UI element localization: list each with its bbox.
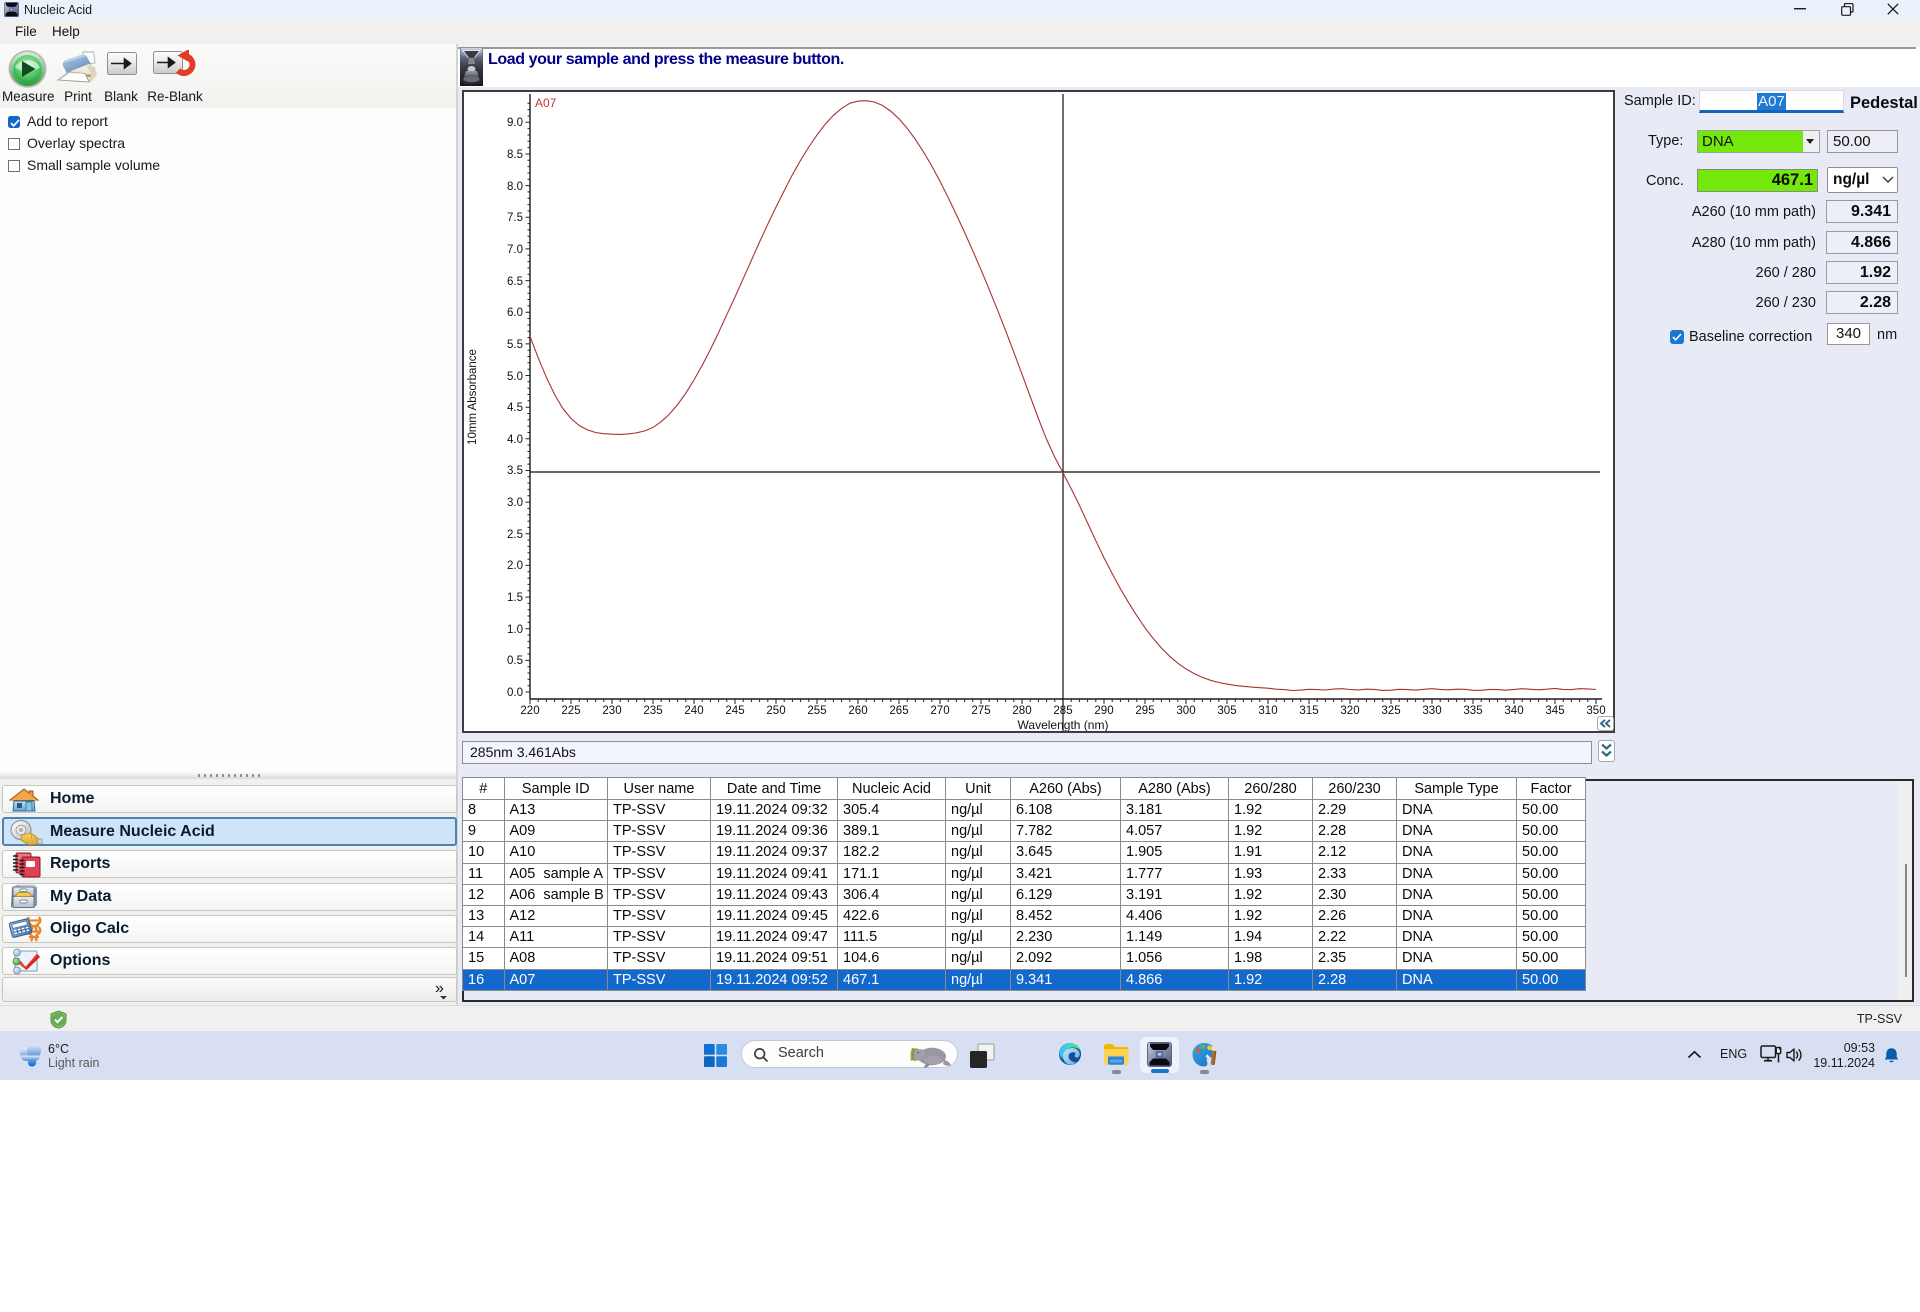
- svg-text:340: 340: [1504, 705, 1523, 717]
- svg-text:235: 235: [643, 705, 662, 717]
- svg-text:275: 275: [971, 705, 990, 717]
- svg-text:5.0: 5.0: [507, 371, 523, 383]
- svg-text:245: 245: [725, 705, 744, 717]
- svg-text:270: 270: [930, 705, 949, 717]
- svg-text:8.0: 8.0: [507, 181, 523, 193]
- svg-text:300: 300: [1176, 705, 1195, 717]
- svg-text:310: 310: [1258, 705, 1277, 717]
- svg-text:3.5: 3.5: [507, 465, 523, 477]
- svg-text:320: 320: [1340, 705, 1359, 717]
- svg-text:220: 220: [520, 705, 539, 717]
- svg-text:4.0: 4.0: [507, 434, 523, 446]
- svg-text:290: 290: [1094, 705, 1113, 717]
- svg-text:345: 345: [1545, 705, 1564, 717]
- svg-text:4.5: 4.5: [507, 402, 523, 414]
- svg-text:1.0: 1.0: [507, 624, 523, 636]
- svg-text:2.5: 2.5: [507, 529, 523, 541]
- svg-text:7.0: 7.0: [507, 244, 523, 256]
- svg-text:260: 260: [848, 705, 867, 717]
- svg-text:1.5: 1.5: [507, 592, 523, 604]
- svg-text:325: 325: [1381, 705, 1400, 717]
- svg-text:9.0: 9.0: [507, 117, 523, 129]
- svg-text:230: 230: [602, 705, 621, 717]
- svg-text:255: 255: [807, 705, 826, 717]
- svg-text:10mm Absorbance: 10mm Absorbance: [467, 349, 479, 445]
- svg-text:5.5: 5.5: [507, 339, 523, 351]
- svg-text:2.0: 2.0: [507, 560, 523, 572]
- svg-text:3.0: 3.0: [507, 497, 523, 509]
- svg-text:8.5: 8.5: [507, 149, 523, 161]
- svg-text:250: 250: [766, 705, 785, 717]
- svg-text:330: 330: [1422, 705, 1441, 717]
- svg-text:280: 280: [1012, 705, 1031, 717]
- svg-text:0.5: 0.5: [507, 655, 523, 667]
- svg-text:A07: A07: [535, 96, 557, 110]
- svg-text:265: 265: [889, 705, 908, 717]
- svg-text:0.0: 0.0: [507, 687, 523, 699]
- svg-text:315: 315: [1299, 705, 1318, 717]
- svg-text:6.5: 6.5: [507, 276, 523, 288]
- svg-text:335: 335: [1463, 705, 1482, 717]
- svg-text:225: 225: [561, 705, 580, 717]
- svg-text:7.5: 7.5: [507, 212, 523, 224]
- svg-text:6.0: 6.0: [507, 307, 523, 319]
- svg-text:305: 305: [1217, 705, 1236, 717]
- svg-text:295: 295: [1135, 705, 1154, 717]
- svg-text:240: 240: [684, 705, 703, 717]
